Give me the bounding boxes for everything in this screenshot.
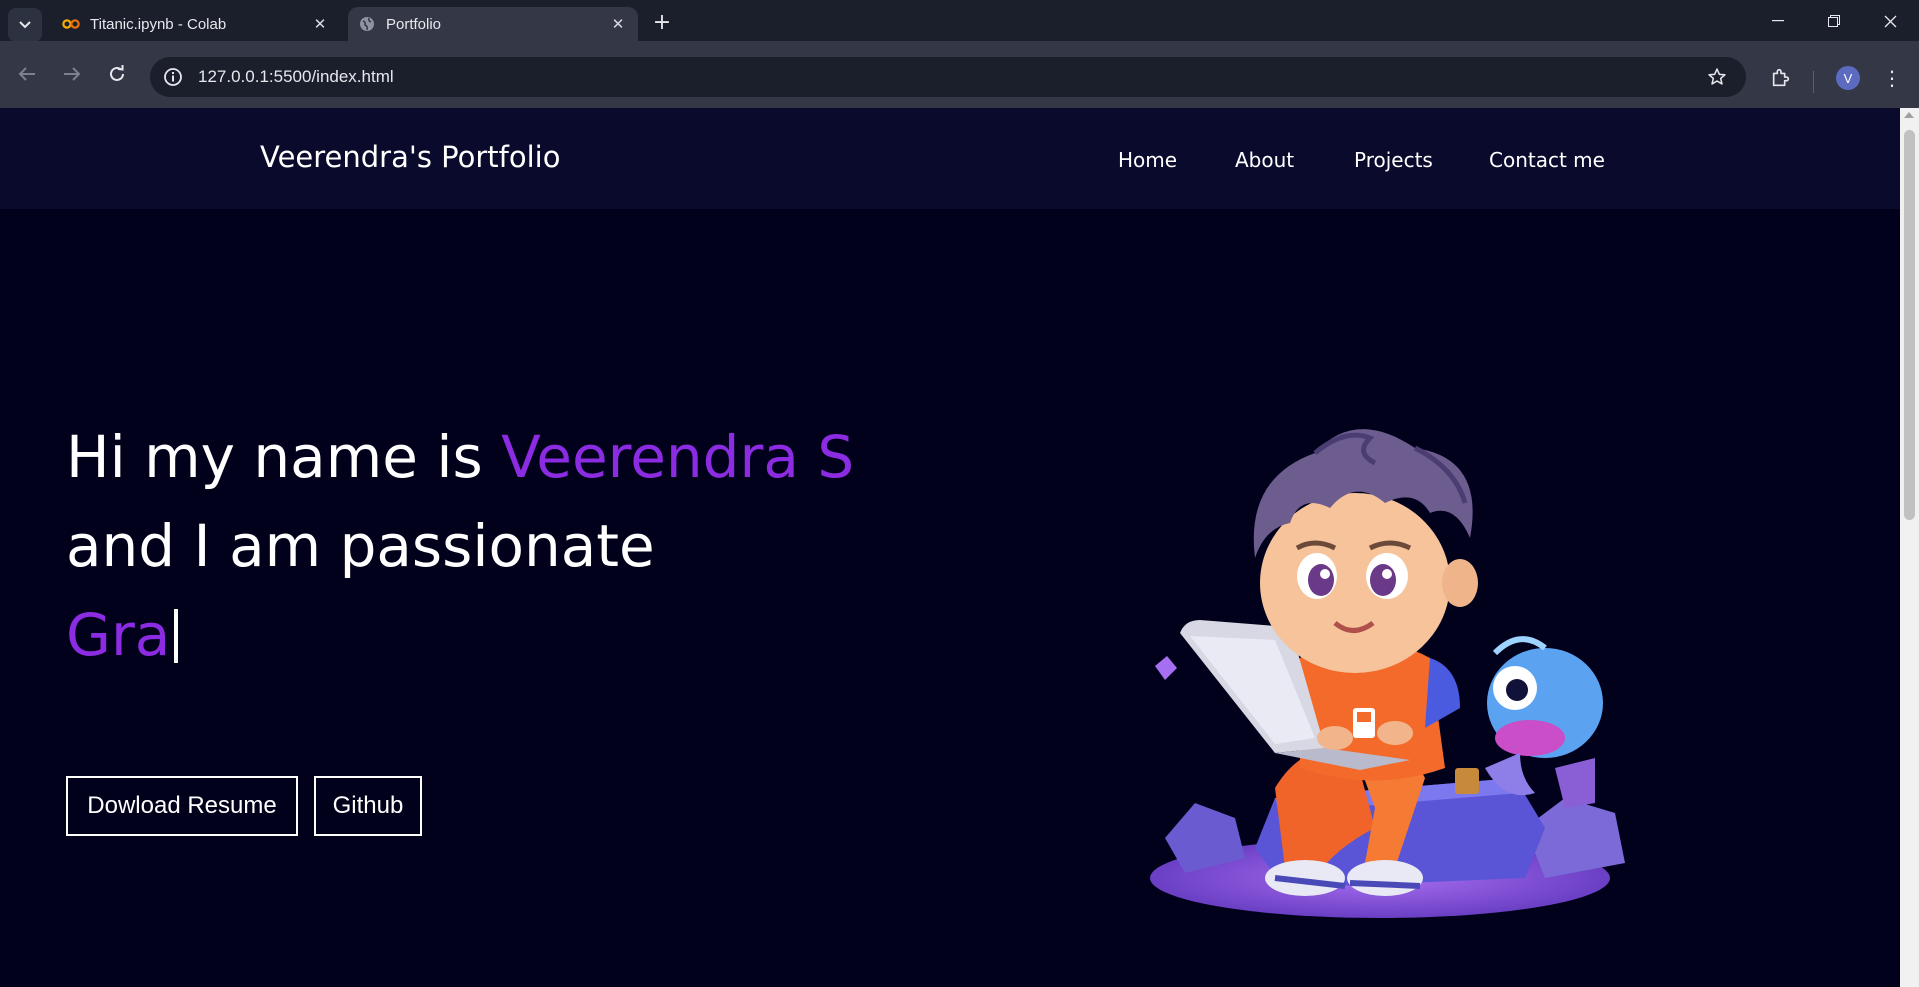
tab-title: Portfolio xyxy=(386,15,442,33)
reload-button[interactable] xyxy=(100,57,134,91)
bookmark-star-icon[interactable] xyxy=(1702,62,1732,92)
toolbar-divider xyxy=(1813,71,1814,93)
back-arrow-icon xyxy=(18,67,35,81)
github-button[interactable]: Github xyxy=(314,776,422,836)
browser-tab-bar: Titanic.ipynb - Colab ✕ Portfolio ✕ + xyxy=(0,0,1919,42)
hero-heading: Hi my name is Veerendra S and I am passi… xyxy=(66,413,854,680)
globe-icon xyxy=(358,15,376,33)
back-button[interactable] xyxy=(10,57,44,91)
hero-intro: Hi my name is xyxy=(66,423,502,491)
typing-cursor xyxy=(174,609,179,663)
close-icon xyxy=(1884,15,1896,27)
forward-arrow-icon xyxy=(64,67,81,81)
site-header: Veerendra's Portfolio Home About Project… xyxy=(0,108,1900,209)
chevron-down-icon xyxy=(19,21,31,29)
tab-colab[interactable]: Titanic.ipynb - Colab ✕ xyxy=(52,7,340,41)
restore-icon xyxy=(1828,15,1840,27)
hero-name: Veerendra S xyxy=(501,423,855,491)
nav-contact[interactable]: Contact me xyxy=(1489,148,1605,172)
typed-text: Gra xyxy=(66,601,171,669)
url-text[interactable]: 127.0.0.1:5500/index.html xyxy=(198,67,1702,87)
site-info-icon[interactable] xyxy=(160,64,186,90)
tab-portfolio[interactable]: Portfolio ✕ xyxy=(348,7,638,41)
puzzle-icon xyxy=(1772,68,1790,87)
close-window-button[interactable] xyxy=(1867,8,1913,34)
forward-button[interactable] xyxy=(55,57,89,91)
page-viewport: Veerendra's Portfolio Home About Project… xyxy=(0,108,1900,987)
address-bar[interactable]: 127.0.0.1:5500/index.html xyxy=(150,57,1746,97)
page-scrollbar[interactable] xyxy=(1900,108,1919,987)
hero-illustration xyxy=(1150,429,1625,918)
colab-icon xyxy=(62,15,80,33)
scroll-up-icon[interactable] xyxy=(1904,112,1914,118)
restore-button[interactable] xyxy=(1811,8,1857,34)
hero-line-1: Hi my name is Veerendra S xyxy=(66,413,854,502)
scrollbar-thumb[interactable] xyxy=(1904,130,1915,520)
nav-about[interactable]: About xyxy=(1235,148,1294,172)
download-resume-button[interactable]: Dowload Resume xyxy=(66,776,298,836)
new-tab-button[interactable]: + xyxy=(650,10,674,35)
tab-title: Titanic.ipynb - Colab xyxy=(90,15,227,33)
extensions-button[interactable] xyxy=(1766,63,1796,93)
close-tab-icon[interactable]: ✕ xyxy=(606,12,630,36)
browser-menu-icon[interactable]: ⋮ xyxy=(1880,62,1904,94)
hero-line-3: Gra xyxy=(66,591,854,680)
tab-search-button[interactable] xyxy=(8,8,42,42)
nav-projects[interactable]: Projects xyxy=(1354,148,1433,172)
site-brand[interactable]: Veerendra's Portfolio xyxy=(260,140,560,174)
minimize-button[interactable] xyxy=(1755,8,1801,34)
browser-toolbar: 127.0.0.1:5500/index.html xyxy=(0,41,1919,108)
profile-avatar[interactable]: V xyxy=(1836,66,1860,90)
hero-line-2: and I am passionate xyxy=(66,512,655,580)
minimize-icon xyxy=(1772,20,1784,22)
close-tab-icon[interactable]: ✕ xyxy=(308,12,332,36)
nav-home[interactable]: Home xyxy=(1118,148,1177,172)
reload-icon xyxy=(110,65,124,81)
